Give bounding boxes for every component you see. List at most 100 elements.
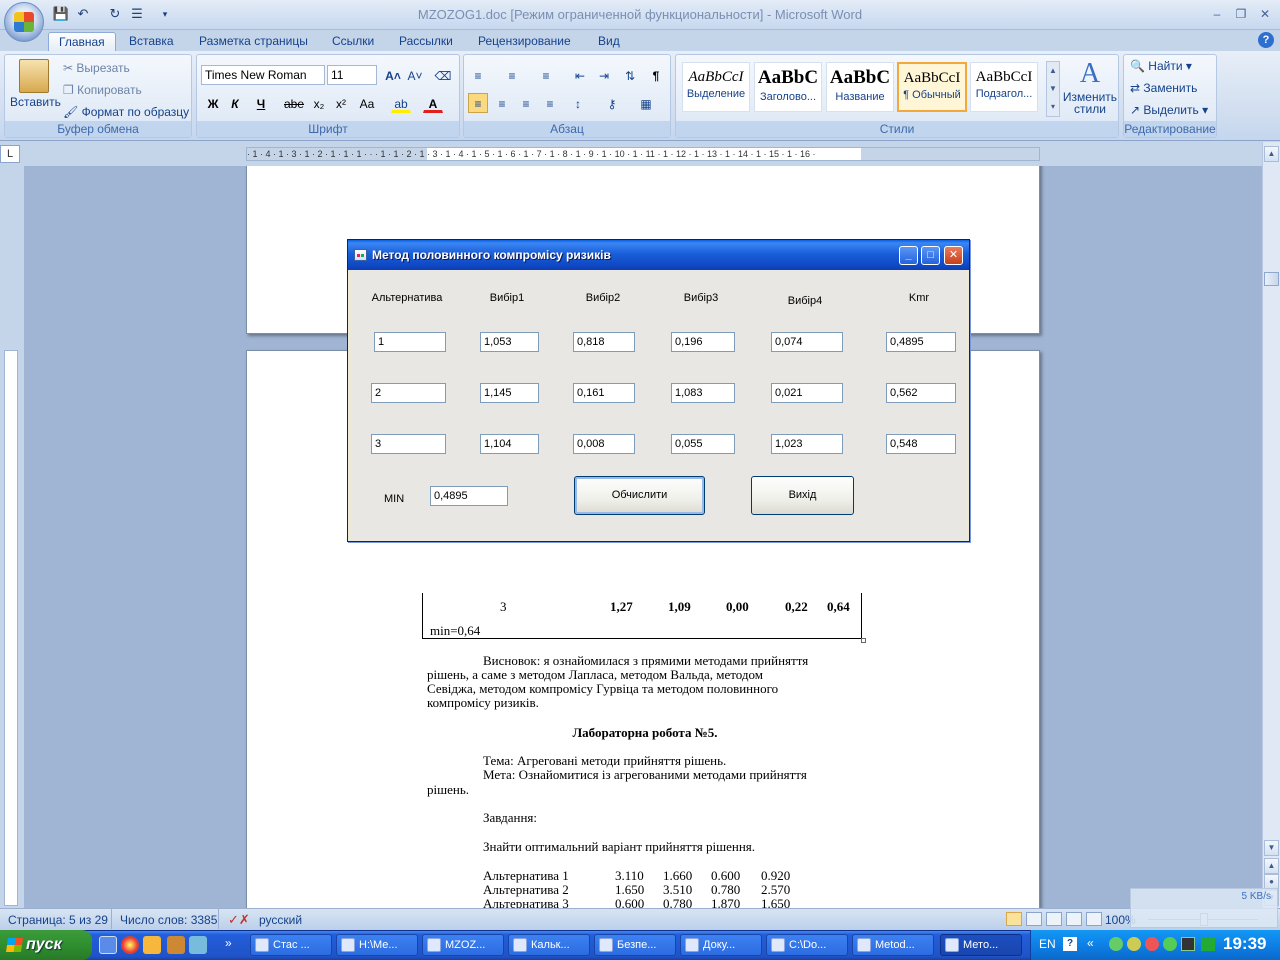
grow-font-icon[interactable]: A˄ (383, 65, 403, 85)
align-right-icon[interactable]: ≡ (516, 93, 536, 113)
tab-view[interactable]: Вид (588, 32, 630, 52)
taskbar-item[interactable]: H:\Me... (336, 934, 418, 956)
folder-icon[interactable] (143, 936, 161, 954)
alternative-field[interactable]: 3 (371, 434, 446, 454)
clear-format-icon[interactable]: ⌫ (433, 65, 453, 85)
full-screen-icon[interactable] (1026, 912, 1042, 926)
style-normal[interactable]: AaBbCcI ¶ Обычный (897, 62, 967, 112)
change-case-button[interactable]: Aa (357, 93, 377, 113)
tab-mailings[interactable]: Рассылки (389, 32, 463, 52)
taskbar-item[interactable]: Кальк... (508, 934, 590, 956)
taskbar-item[interactable]: Безпе... (594, 934, 676, 956)
choice2-field[interactable]: 0,818 (573, 332, 635, 352)
web-layout-icon[interactable] (1046, 912, 1062, 926)
outline-icon[interactable] (1066, 912, 1082, 926)
dialog-minimize-button[interactable]: _ (899, 246, 918, 265)
bullets-icon[interactable]: ≡ (468, 65, 488, 85)
tab-selector[interactable]: L (0, 145, 20, 163)
kmr-field[interactable]: 0,548 (886, 434, 956, 454)
quicklaunch-icon[interactable] (99, 936, 117, 954)
dialog-title-bar[interactable]: Метод половинного компромісу ризиків (348, 240, 969, 270)
undo-icon[interactable]: ↶ (74, 5, 92, 23)
choice1-field[interactable]: 1,104 (480, 434, 539, 454)
multilevel-list-icon[interactable]: ≡ (536, 65, 556, 85)
cut-button[interactable]: ✂ Вырезать (63, 61, 130, 75)
tab-references[interactable]: Ссылки (322, 32, 384, 52)
choice2-field[interactable]: 0,161 (573, 383, 635, 403)
choice3-field[interactable]: 1,083 (671, 383, 735, 403)
styles-scroll[interactable]: ▲ ▼ ▾ (1046, 61, 1060, 117)
app-icon[interactable] (167, 936, 185, 954)
office-button[interactable] (4, 2, 44, 42)
decrease-indent-icon[interactable]: ⇤ (570, 65, 590, 85)
scroll-down-icon[interactable]: ▼ (1264, 840, 1279, 856)
format-painter-button[interactable]: 🖌 Формат по образцу (63, 105, 189, 119)
select-button[interactable]: ↗ Выделить ▾ (1130, 103, 1208, 117)
choice4-field[interactable]: 1,023 (771, 434, 843, 454)
taskbar-item[interactable]: C:\Do... (766, 934, 848, 956)
font-color-icon[interactable]: A (423, 93, 443, 113)
subscript-button[interactable]: x₂ (309, 93, 329, 113)
copy-button[interactable]: ❐ Копировать (63, 83, 142, 97)
tab-home[interactable]: Главная (48, 32, 116, 52)
justify-icon[interactable]: ≡ (540, 93, 560, 113)
tab-insert[interactable]: Вставка (119, 32, 184, 52)
tray-icon[interactable] (1201, 937, 1215, 951)
superscript-button[interactable]: x² (331, 93, 351, 113)
borders-icon[interactable]: ▦ (636, 93, 656, 113)
scroll-up-icon[interactable]: ▲ (1264, 146, 1279, 162)
word-count[interactable]: Число слов: 3385 (120, 913, 217, 927)
language-bar[interactable]: EN (1039, 937, 1056, 951)
redo-icon[interactable]: ↻ (106, 5, 124, 23)
tray-icon[interactable] (1163, 937, 1177, 951)
tray-icon[interactable] (1181, 937, 1195, 951)
style-title[interactable]: AaBbC Название (826, 62, 894, 112)
font-name-select[interactable]: Times New Roman (201, 65, 325, 85)
tray-icon[interactable] (1127, 937, 1141, 951)
vertical-ruler[interactable] (4, 350, 18, 906)
exit-button[interactable]: Вихід (751, 476, 854, 515)
draft-icon[interactable] (1086, 912, 1102, 926)
desktop-icon[interactable] (189, 936, 207, 954)
restore-button[interactable]: ❐ (1230, 6, 1252, 22)
align-left-icon[interactable]: ≡ (468, 93, 488, 113)
alternative-field[interactable]: 2 (371, 383, 446, 403)
dialog-maximize-button[interactable]: □ (921, 246, 940, 265)
tab-page-layout[interactable]: Разметка страницы (189, 32, 318, 52)
horizontal-ruler[interactable]: · 1 · 4 · 1 · 3 · 1 · 2 · 1 · 1 · 1 · · … (246, 147, 1040, 161)
line-spacing-icon[interactable]: ↕ (568, 93, 588, 113)
show-marks-icon[interactable]: ¶ (646, 65, 666, 85)
quicklaunch-expand-icon[interactable]: » (225, 936, 232, 950)
underline-button[interactable]: Ч (251, 93, 271, 113)
paste-icon[interactable] (19, 59, 49, 93)
alternative-field[interactable]: 1 (374, 332, 446, 352)
vertical-scrollbar[interactable]: ▲ ▼ ▲ ● ▼ (1262, 142, 1280, 908)
paste-button[interactable]: Вставить (10, 95, 61, 109)
find-button[interactable]: 🔍 Найти ▾ (1130, 59, 1192, 73)
choice4-field[interactable]: 0,074 (771, 332, 843, 352)
taskbar-item[interactable]: MZOZ... (422, 934, 504, 956)
compute-button[interactable]: Обчислити (574, 476, 705, 515)
spellcheck-icon[interactable]: ✓✗ (228, 912, 250, 928)
highlight-icon[interactable]: ab (391, 93, 411, 113)
style-emphasis[interactable]: AaBbCcI Выделение (682, 62, 750, 112)
taskbar-item[interactable]: Доку... (680, 934, 762, 956)
choice3-field[interactable]: 0,055 (671, 434, 735, 454)
tray-icon[interactable] (1109, 937, 1123, 951)
shrink-font-icon[interactable]: A˅ (405, 65, 425, 85)
tab-review[interactable]: Рецензирование (468, 32, 581, 52)
increase-indent-icon[interactable]: ⇥ (594, 65, 614, 85)
tray-icon[interactable] (1145, 937, 1159, 951)
bold-button[interactable]: Ж (203, 93, 223, 113)
prev-page-icon[interactable]: ▲ (1264, 858, 1279, 874)
shading-icon[interactable]: ⚷ (602, 93, 622, 113)
min-field[interactable]: 0,4895 (430, 486, 508, 506)
replace-button[interactable]: ⇄ Заменить (1130, 81, 1197, 95)
change-styles-button[interactable]: A Изменить стили (1062, 57, 1118, 119)
choice1-field[interactable]: 1,145 (480, 383, 539, 403)
save-icon[interactable]: 💾 (52, 5, 70, 23)
style-subtitle[interactable]: AaBbCcI Подзагол... (970, 62, 1038, 112)
help-tray-icon[interactable]: ? (1063, 937, 1077, 951)
align-center-icon[interactable]: ≡ (492, 93, 512, 113)
paragraph-view-icon[interactable]: ☰ (128, 5, 146, 23)
